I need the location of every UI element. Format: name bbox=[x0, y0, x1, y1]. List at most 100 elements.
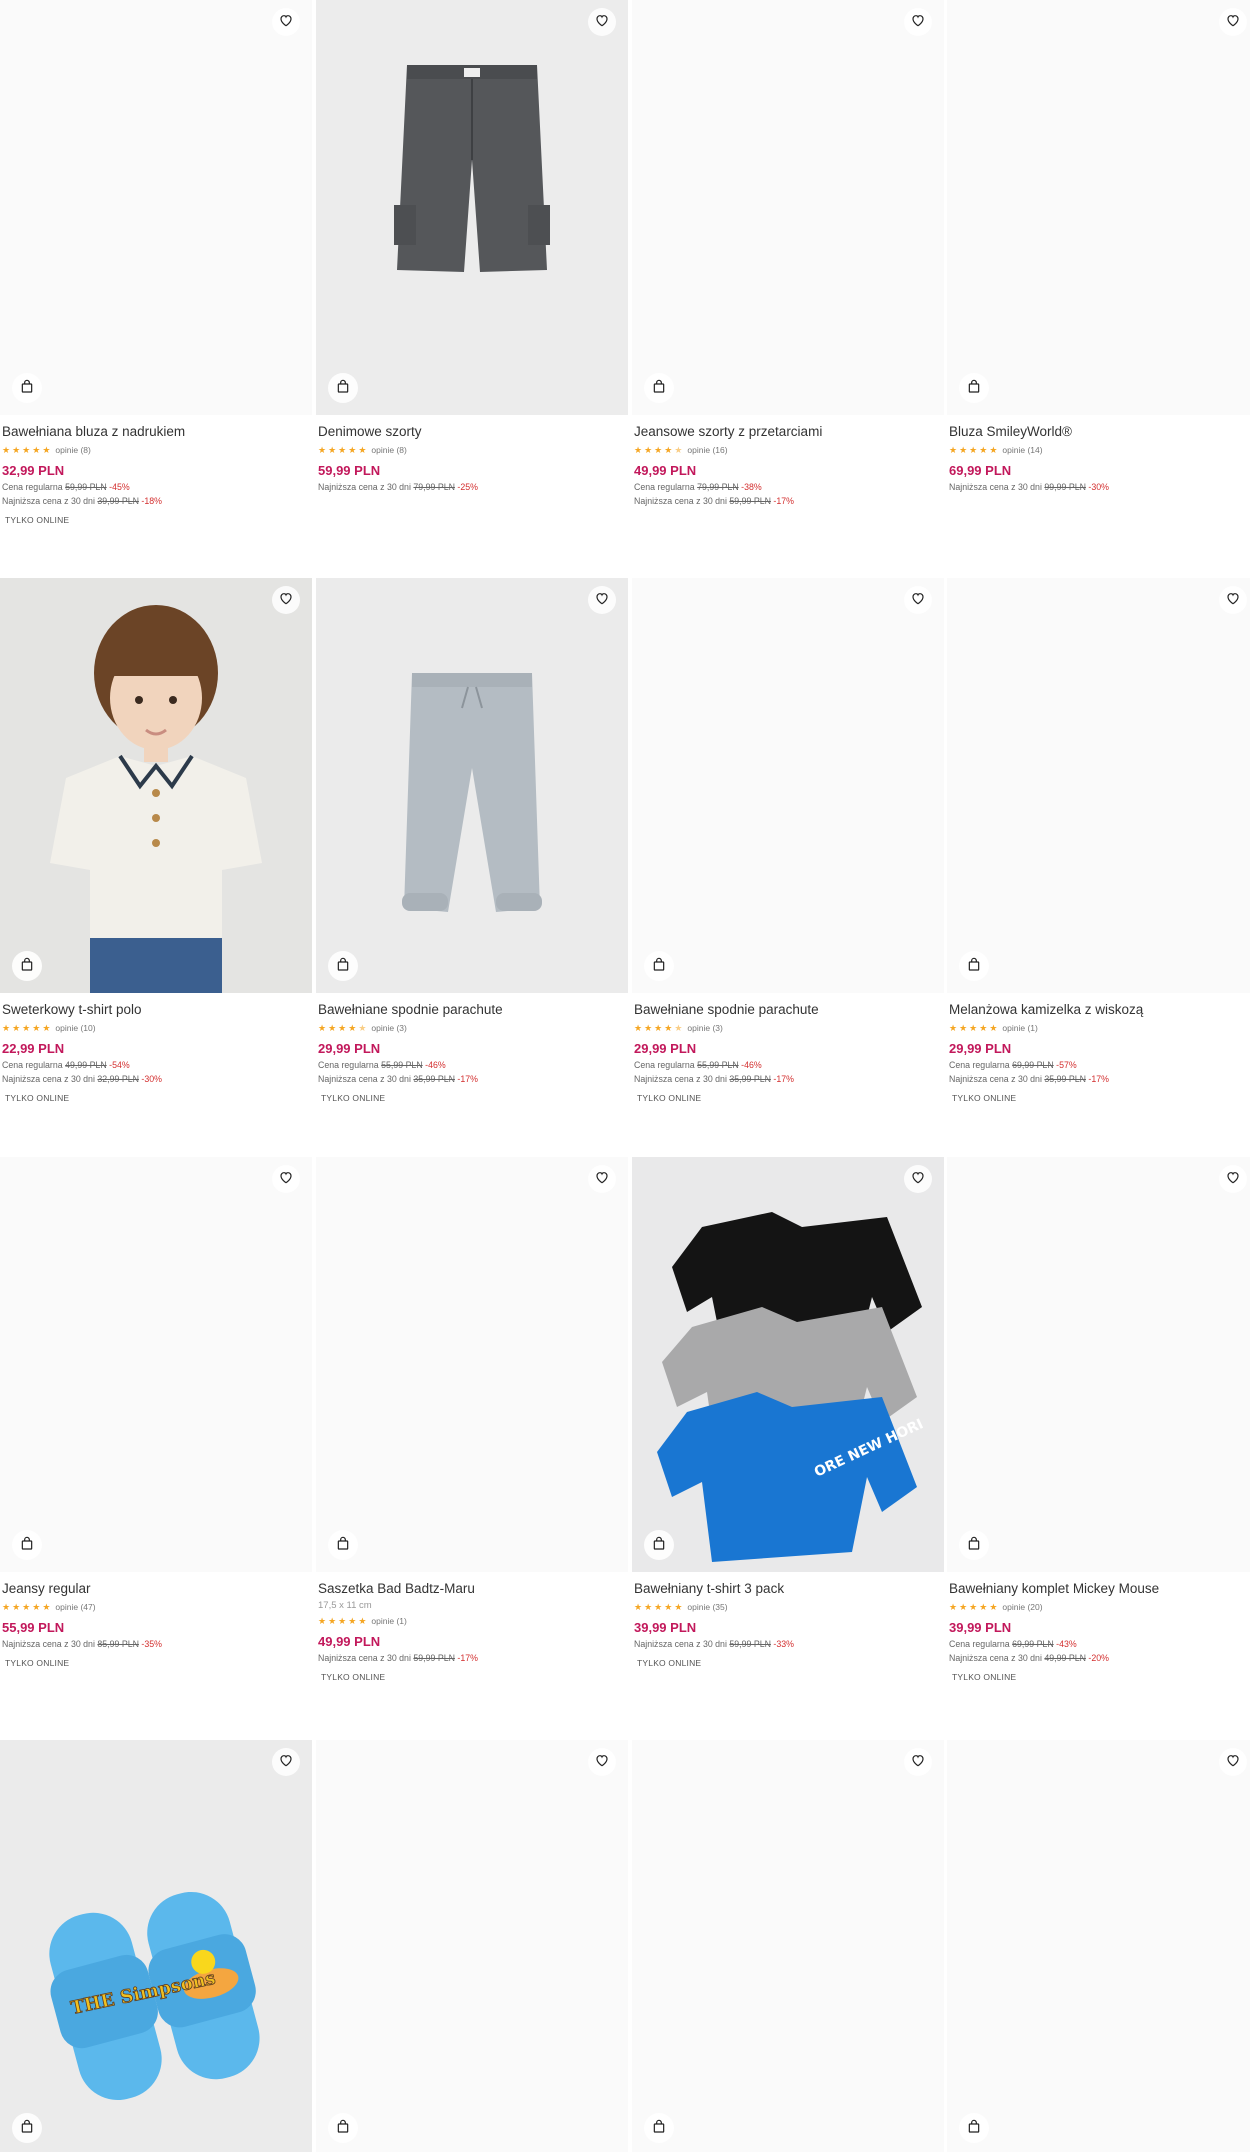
product-image[interactable] bbox=[316, 1740, 628, 2152]
add-to-cart-button[interactable] bbox=[959, 1530, 989, 1560]
product-name[interactable]: Melanżowa kamizelka z wiskozą bbox=[947, 1002, 1250, 1018]
product-name[interactable]: Sweterkowy t-shirt polo bbox=[0, 1002, 312, 1018]
product-image[interactable] bbox=[0, 1157, 312, 1572]
product-image[interactable] bbox=[316, 0, 628, 415]
product-card[interactable]: Saszetka Bad Badtz-Maru 17,5 x 11 cm ★ ★ ★ ★ ★… bbox=[316, 1157, 628, 1682]
favorite-button[interactable] bbox=[1219, 1748, 1247, 1776]
online-only-badge: TYLKO ONLINE bbox=[952, 1672, 1017, 1682]
product-name[interactable]: Bluza SmileyWorld® bbox=[947, 424, 1250, 440]
product-name[interactable]: Denimowe szorty bbox=[316, 424, 628, 440]
lowest-price: 35,99 PLN bbox=[413, 1074, 455, 1084]
product-price: 29,99 PLN bbox=[318, 1041, 381, 1056]
product-card[interactable]: Sweterkowy t-shirt polo ★ ★ ★ ★ ★ opinie (10) 2… bbox=[0, 578, 312, 1103]
product-card[interactable]: Denimowe szorty ★ ★ ★ ★ ★ opinie (8) 59,99 PLN N… bbox=[316, 0, 628, 492]
lowest-price: 49,99 PLN bbox=[1044, 1653, 1086, 1663]
regular-price-line: Cena regularna 69,99 PLN -57% bbox=[947, 1060, 1250, 1070]
lowest-discount: -33% bbox=[773, 1639, 794, 1649]
product-image[interactable] bbox=[0, 578, 312, 993]
product-card[interactable]: Bawełniany komplet Mickey Mouse ★ ★ ★ ★ ★ opin… bbox=[947, 1157, 1250, 1682]
online-only-badge: TYLKO ONLINE bbox=[5, 515, 70, 525]
favorite-button[interactable] bbox=[272, 1748, 300, 1776]
product-image[interactable] bbox=[947, 1740, 1250, 2152]
add-to-cart-button[interactable] bbox=[959, 951, 989, 981]
favorite-button[interactable] bbox=[904, 1165, 932, 1193]
product-name[interactable]: Bawełniany t-shirt 3 pack bbox=[632, 1581, 944, 1597]
add-to-cart-button[interactable] bbox=[328, 373, 358, 403]
product-photo: THE Simpsons bbox=[0, 1740, 312, 2152]
heart-icon bbox=[278, 590, 294, 611]
add-to-cart-button[interactable] bbox=[959, 373, 989, 403]
product-card[interactable] bbox=[947, 1740, 1250, 2152]
shopping-bag-icon bbox=[651, 378, 667, 399]
favorite-button[interactable] bbox=[588, 1748, 616, 1776]
product-card[interactable]: Melanżowa kamizelka z wiskozą ★ ★ ★ ★ ★ opinie… bbox=[947, 578, 1250, 1103]
product-image[interactable] bbox=[947, 1157, 1250, 1572]
add-to-cart-button[interactable] bbox=[328, 951, 358, 981]
product-name[interactable]: Bawełniane spodnie parachute bbox=[632, 1002, 944, 1018]
heart-icon bbox=[594, 1752, 610, 1773]
product-card[interactable]: Jeansy regular ★ ★ ★ ★ ★ opinie (47) 55,99 PLN N… bbox=[0, 1157, 312, 1668]
star-icon: ★ bbox=[634, 1023, 643, 1033]
star-icon: ★ bbox=[949, 445, 958, 455]
product-image[interactable] bbox=[947, 0, 1250, 415]
favorite-button[interactable] bbox=[904, 1748, 932, 1776]
product-image[interactable] bbox=[316, 578, 628, 993]
add-to-cart-button[interactable] bbox=[644, 2113, 674, 2143]
lowest-price-line: Najniższa cena z 30 dni 59,99 PLN -17% bbox=[632, 496, 944, 506]
product-card[interactable]: THE Simpsons bbox=[0, 1740, 312, 2152]
add-to-cart-button[interactable] bbox=[12, 1530, 42, 1560]
favorite-button[interactable] bbox=[588, 586, 616, 614]
add-to-cart-button[interactable] bbox=[959, 2113, 989, 2143]
favorite-button[interactable] bbox=[904, 8, 932, 36]
product-image[interactable] bbox=[0, 0, 312, 415]
favorite-button[interactable] bbox=[1219, 586, 1247, 614]
favorite-button[interactable] bbox=[272, 8, 300, 36]
add-to-cart-button[interactable] bbox=[12, 951, 42, 981]
product-image[interactable] bbox=[316, 1157, 628, 1572]
product-name[interactable]: Jeansowe szorty z przetarciami bbox=[632, 424, 944, 440]
product-card[interactable]: Bawełniane spodnie parachute ★ ★ ★ ★ ★ opinie … bbox=[632, 578, 944, 1103]
product-image[interactable] bbox=[632, 0, 944, 415]
product-name[interactable]: Bawełniany komplet Mickey Mouse bbox=[947, 1581, 1250, 1597]
add-to-cart-button[interactable] bbox=[328, 1530, 358, 1560]
shopping-bag-icon bbox=[19, 378, 35, 399]
product-card[interactable]: ORE NEW HORI Bawełniany t-shirt 3 pack ★ ★ ★… bbox=[632, 1157, 944, 1668]
product-image[interactable] bbox=[947, 578, 1250, 993]
product-card[interactable] bbox=[632, 1740, 944, 2152]
star-icon: ★ bbox=[328, 1023, 337, 1033]
product-image[interactable]: ORE NEW HORI bbox=[632, 1157, 944, 1572]
add-to-cart-button[interactable] bbox=[644, 951, 674, 981]
lowest-price: 59,99 PLN bbox=[729, 1639, 771, 1649]
add-to-cart-button[interactable] bbox=[328, 2113, 358, 2143]
product-card[interactable]: Bawełniane spodnie parachute ★ ★ ★ ★ ★ opinie … bbox=[316, 578, 628, 1103]
heart-icon bbox=[910, 12, 926, 33]
add-to-cart-button[interactable] bbox=[644, 1530, 674, 1560]
favorite-button[interactable] bbox=[272, 1165, 300, 1193]
add-to-cart-button[interactable] bbox=[12, 373, 42, 403]
regular-price-line: Cena regularna 55,99 PLN -46% bbox=[632, 1060, 944, 1070]
product-name[interactable]: Saszetka Bad Badtz-Maru bbox=[316, 1581, 628, 1597]
add-to-cart-button[interactable] bbox=[12, 2113, 42, 2143]
product-card[interactable]: Bawełniana bluza z nadrukiem ★ ★ ★ ★ ★ opinie … bbox=[0, 0, 312, 525]
favorite-button[interactable] bbox=[272, 586, 300, 614]
favorite-button[interactable] bbox=[588, 1165, 616, 1193]
star-icon: ★ bbox=[2, 1602, 11, 1612]
add-to-cart-button[interactable] bbox=[644, 373, 674, 403]
product-image[interactable] bbox=[632, 578, 944, 993]
product-card[interactable] bbox=[316, 1740, 628, 2152]
favorite-button[interactable] bbox=[1219, 8, 1247, 36]
favorite-button[interactable] bbox=[904, 586, 932, 614]
favorite-button[interactable] bbox=[1219, 1165, 1247, 1193]
star-icon: ★ bbox=[12, 445, 21, 455]
favorite-button[interactable] bbox=[588, 8, 616, 36]
product-rating: ★ ★ ★ ★ ★ opinie (1) bbox=[947, 1022, 1250, 1034]
shopping-bag-icon bbox=[19, 956, 35, 977]
product-image[interactable]: THE Simpsons bbox=[0, 1740, 312, 2152]
product-name[interactable]: Bawełniana bluza z nadrukiem bbox=[0, 424, 312, 440]
shopping-bag-icon bbox=[651, 2118, 667, 2139]
product-card[interactable]: Bluza SmileyWorld® ★ ★ ★ ★ ★ opinie (14) 69,99 … bbox=[947, 0, 1250, 492]
product-name[interactable]: Jeansy regular bbox=[0, 1581, 312, 1597]
product-card[interactable]: Jeansowe szorty z przetarciami ★ ★ ★ ★ ★ opini… bbox=[632, 0, 944, 506]
product-image[interactable] bbox=[632, 1740, 944, 2152]
product-name[interactable]: Bawełniane spodnie parachute bbox=[316, 1002, 628, 1018]
